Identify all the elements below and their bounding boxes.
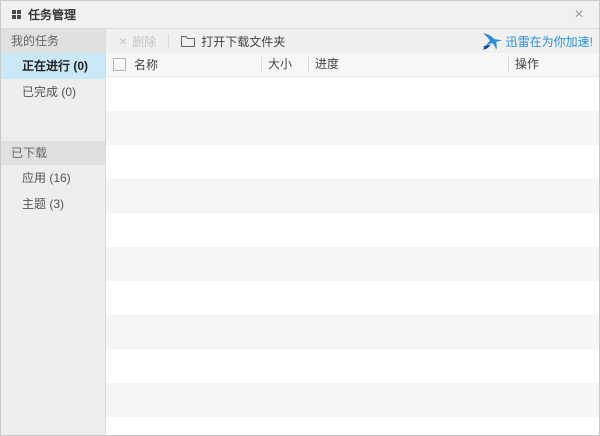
task-manager-window: 任务管理 × 我的任务 正在进行 (0) 已完成 (0) 已下载 应用 (16)… <box>0 0 600 436</box>
sidebar-item-completed[interactable]: 已完成 (0) <box>1 79 105 105</box>
select-all-checkbox[interactable] <box>113 58 126 71</box>
sidebar-item-apps[interactable]: 应用 (16) <box>1 165 105 191</box>
open-download-folder-label: 打开下载文件夹 <box>201 33 285 50</box>
window-title: 任务管理 <box>28 6 76 23</box>
main-panel: × 删除 打开下载文件夹 <box>106 29 599 435</box>
delete-x-icon: × <box>119 34 127 48</box>
window-body: 我的任务 正在进行 (0) 已完成 (0) 已下载 应用 (16) 主题 (3)… <box>1 29 599 435</box>
toolbar-divider <box>168 34 169 48</box>
sidebar: 我的任务 正在进行 (0) 已完成 (0) 已下载 应用 (16) 主题 (3) <box>1 29 106 435</box>
close-icon[interactable]: × <box>569 7 589 23</box>
column-name: 名称 <box>106 56 261 73</box>
sidebar-item-themes[interactable]: 主题 (3) <box>1 191 105 217</box>
sidebar-section-downloaded: 已下载 <box>1 141 105 165</box>
xunlei-bird-icon <box>481 32 503 54</box>
folder-icon <box>181 35 195 47</box>
task-table-header: 名称 大小 进度 操作 <box>106 53 599 77</box>
column-header-name: 名称 <box>134 56 158 73</box>
app-grid-icon <box>12 10 21 19</box>
accelerate-label: 迅雷在为你加速! <box>506 33 593 50</box>
delete-button-label: 删除 <box>132 33 156 50</box>
column-header-operation: 操作 <box>508 57 599 72</box>
task-list-empty <box>106 77 599 435</box>
sidebar-item-in-progress[interactable]: 正在进行 (0) <box>1 53 105 79</box>
titlebar: 任务管理 × <box>1 1 599 29</box>
delete-button[interactable]: × 删除 <box>119 33 156 50</box>
column-header-progress: 进度 <box>308 57 508 72</box>
toolbar: × 删除 打开下载文件夹 <box>106 29 599 53</box>
accelerate-banner[interactable]: 迅雷在为你加速! <box>481 28 593 54</box>
sidebar-section-my-tasks: 我的任务 <box>1 29 105 53</box>
sidebar-spacer <box>1 105 105 141</box>
column-header-size: 大小 <box>261 57 308 72</box>
open-download-folder-button[interactable]: 打开下载文件夹 <box>181 33 285 50</box>
